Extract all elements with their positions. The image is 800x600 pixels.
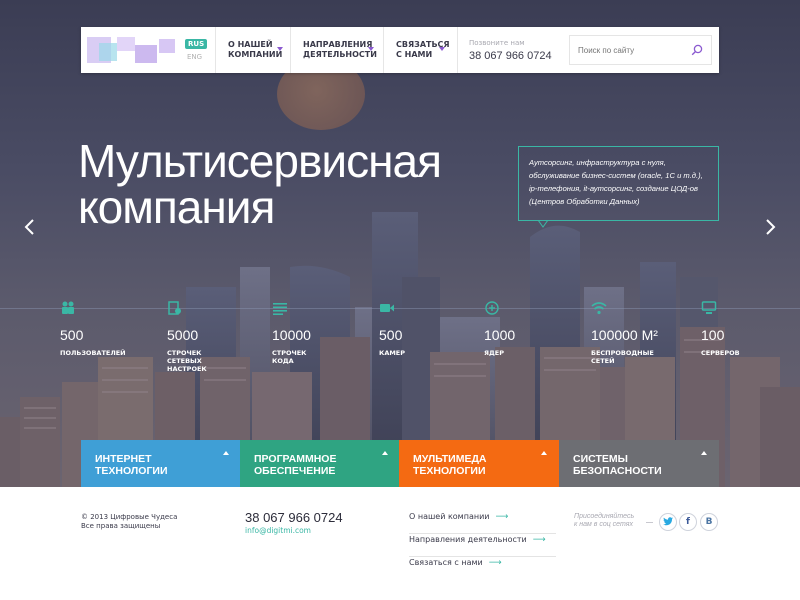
- camera-icon: [380, 304, 394, 312]
- nav-directions[interactable]: НАПРАВЛЕНИЯ ДЕЯТЕЛЬНОСТИ: [290, 27, 383, 73]
- core-icon: [485, 301, 499, 315]
- footer-link-directions[interactable]: Направления деятельности ⟶: [409, 534, 556, 557]
- search-input[interactable]: [570, 36, 688, 64]
- stat-cameras: 500 КАМЕР: [379, 300, 469, 357]
- chevron-down-icon: [368, 47, 374, 51]
- stat-label: БЕСПРОВОДНЫЕ СЕТЕЙ: [591, 349, 654, 365]
- wifi-icon: [591, 302, 607, 315]
- service-tab-label: ПРОГРАММНОЕ: [254, 453, 337, 465]
- nav-about[interactable]: О НАШЕЙ КОМПАНИИ: [215, 27, 288, 73]
- footer-email-link[interactable]: info@digitmi.com: [245, 526, 311, 535]
- call-us-block: Позвоните нам 38 067 966 0724: [457, 27, 567, 73]
- hero-headline-line2: компания: [78, 181, 275, 233]
- stat-label: КАМЕР: [379, 349, 406, 357]
- header-phone[interactable]: 38 067 966 0724: [469, 50, 567, 62]
- service-tab-label: БЕЗОПАСНОСТИ: [573, 465, 662, 477]
- hero-headline-line1: Мультисервисная: [78, 135, 442, 187]
- service-tab-label: ТЕХНОЛОГИИ: [413, 465, 486, 477]
- network-settings-icon: [168, 301, 181, 315]
- stat-value: 10000: [272, 327, 311, 343]
- service-tab-label: МУЛЬТИМЕДА: [413, 453, 487, 465]
- code-lines-icon: [273, 303, 287, 315]
- company-logo[interactable]: [87, 37, 177, 63]
- arrow-right-icon: ⟶: [532, 535, 546, 545]
- service-tab-security[interactable]: СИСТЕМЫ БЕЗОПАСНОСТИ: [559, 440, 719, 487]
- service-tab-software[interactable]: ПРОГРАММНОЕ ОБЕСПЕЧЕНИЕ: [240, 440, 400, 487]
- arrow-right-icon: ⟶: [488, 558, 502, 568]
- stat-code-lines: 10000 СТРОЧЕК КОДА: [272, 300, 362, 365]
- bubble-tail: [538, 220, 548, 228]
- footer-phone[interactable]: 38 067 966 0724: [245, 510, 343, 525]
- stat-value: 500: [60, 327, 84, 343]
- chevron-down-icon: [439, 47, 445, 51]
- call-us-label: Позвоните нам: [469, 39, 525, 47]
- stat-users: 500 ПОЛЬЗОВАТЕЛЕЙ: [60, 300, 150, 357]
- slider-next-arrow-icon[interactable]: [763, 218, 777, 236]
- stat-value: 1000: [484, 327, 516, 343]
- chevron-up-icon: [541, 451, 547, 455]
- service-tab-multimedia[interactable]: МУЛЬТИМЕДА ТЕХНОЛОГИИ: [399, 440, 559, 487]
- lang-rus[interactable]: RUS: [185, 39, 208, 49]
- stat-value: 500: [379, 327, 403, 343]
- social-join-text: Присоединяйтесь к нам в соц сетях: [574, 513, 634, 529]
- stat-value: 100: [701, 327, 725, 343]
- footer-link-label: О нашей компании: [409, 512, 490, 521]
- site-header: RUS ENG О НАШЕЙ КОМПАНИИ НАПРАВЛЕНИЯ ДЕЯ…: [81, 27, 719, 73]
- server-icon: [701, 301, 717, 314]
- slider-prev-arrow-icon[interactable]: [23, 218, 37, 236]
- social-text-line1: Присоединяйтесь: [574, 513, 635, 520]
- hero-headline: Мультисервисная компания: [78, 135, 442, 233]
- service-tab-label: ОБЕСПЕЧЕНИЕ: [254, 465, 336, 477]
- stat-cores: 1000 ЯДЕР: [484, 300, 574, 357]
- chevron-up-icon: [701, 451, 707, 455]
- search-icon[interactable]: [691, 44, 703, 56]
- twitter-icon[interactable]: [659, 513, 677, 531]
- stat-value: 5000: [167, 327, 199, 343]
- social-text-line2: к нам в соц сетях: [574, 521, 633, 528]
- chevron-down-icon: [277, 47, 283, 51]
- nav-contact-label: СВЯЗАТЬСЯ С НАМИ: [396, 40, 450, 59]
- service-tab-internet[interactable]: ИНТЕРНЕТ ТЕХНОЛОГИИ: [81, 440, 241, 487]
- site-footer: © 2013 Цифровые Чудеса Все права защищен…: [0, 487, 800, 600]
- hero-slider: RUS ENG О НАШЕЙ КОМПАНИИ НАПРАВЛЕНИЯ ДЕЯ…: [0, 0, 800, 487]
- stat-wireless: 100000 М² БЕСПРОВОДНЫЕ СЕТЕЙ: [591, 300, 681, 365]
- service-tab-label: СИСТЕМЫ: [573, 453, 628, 465]
- footer-link-label: Связаться с нами: [409, 558, 483, 567]
- hero-description-bubble: Аутсорсинг, инфраструктура с нуля, обслу…: [518, 146, 719, 221]
- copyright-line1: © 2013 Цифровые Чудеса: [81, 513, 178, 521]
- stat-servers: 100 СЕРВЕРОВ: [701, 300, 791, 357]
- arrow-right-icon: ⟶: [495, 512, 509, 522]
- social-divider: [646, 522, 653, 523]
- footer-link-contact[interactable]: Связаться с нами ⟶: [409, 557, 556, 580]
- footer-link-label: Направления деятельности: [409, 535, 527, 544]
- chevron-up-icon: [382, 451, 388, 455]
- stat-network-settings: 5000 СТРОЧЕК СЕТЕВЫХ НАСТРОЕК: [167, 300, 257, 373]
- stat-label: СТРОЧЕК СЕТЕВЫХ НАСТРОЕК: [167, 349, 207, 373]
- users-icon: [62, 301, 74, 314]
- stat-value: 100000 М²: [591, 327, 658, 343]
- copyright-line2: Все права защищены: [81, 522, 161, 530]
- lang-eng[interactable]: ENG: [187, 53, 202, 61]
- twitter-bird-icon: [663, 517, 673, 526]
- search-box: [569, 35, 712, 65]
- stat-label: ПОЛЬЗОВАТЕЛЕЙ: [60, 349, 126, 357]
- vkontakte-icon[interactable]: В: [700, 513, 718, 531]
- copyright: © 2013 Цифровые Чудеса Все права защищен…: [81, 513, 177, 531]
- stat-label: ЯДЕР: [484, 349, 504, 357]
- facebook-icon[interactable]: f: [679, 513, 697, 531]
- stat-label: СТРОЧЕК КОДА: [272, 349, 307, 365]
- service-tab-label: ТЕХНОЛОГИИ: [95, 465, 168, 477]
- service-tab-label: ИНТЕРНЕТ: [95, 453, 152, 465]
- stat-label: СЕРВЕРОВ: [701, 349, 740, 357]
- footer-link-about[interactable]: О нашей компании ⟶: [409, 511, 556, 534]
- nav-contact[interactable]: СВЯЗАТЬСЯ С НАМИ: [383, 27, 457, 73]
- chevron-up-icon: [223, 451, 229, 455]
